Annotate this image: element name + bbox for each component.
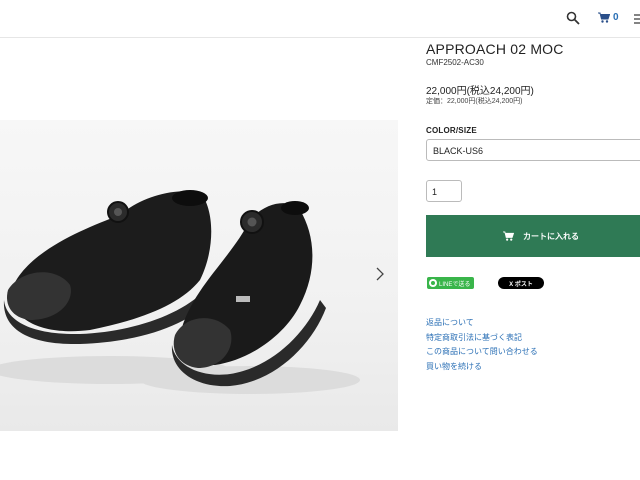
line-icon xyxy=(429,279,437,287)
line-share-label: LINEで送る xyxy=(439,281,471,288)
quantity-input[interactable]: 1 xyxy=(426,180,462,202)
product-list-price: 定価：22,000円(税込24,200円) xyxy=(426,98,523,105)
link-product-inquiry[interactable]: この商品について問い合わせる xyxy=(426,345,538,360)
menu-icon[interactable] xyxy=(634,14,640,24)
link-legal-notice[interactable]: 特定商取引法に基づく表記 xyxy=(426,331,538,346)
cart-icon xyxy=(503,231,514,241)
product-price: 22,000円(税込24,200円) xyxy=(426,86,534,97)
add-to-cart-button[interactable]: カートに入れる xyxy=(426,215,640,257)
link-continue-shopping[interactable]: 買い物を続ける xyxy=(426,360,538,375)
product-image xyxy=(0,120,398,431)
search-icon[interactable] xyxy=(566,11,580,25)
option-label: COLOR/SIZE xyxy=(426,126,477,135)
add-to-cart-label: カートに入れる xyxy=(523,231,579,241)
info-links: 返品について 特定商取引法に基づく表記 この商品について問い合わせる 買い物を続… xyxy=(426,316,538,374)
cart-count: 0 xyxy=(613,12,619,23)
header-cart-button[interactable]: 0 xyxy=(598,12,619,23)
cart-icon xyxy=(598,12,610,23)
chevron-right-icon[interactable] xyxy=(374,266,386,282)
color-size-select[interactable]: BLACK-US6 xyxy=(426,139,640,161)
line-share-button[interactable]: LINEで送る xyxy=(427,277,474,289)
site-header: 0 xyxy=(0,0,640,38)
product-title: APPROACH 02 MOC xyxy=(426,41,564,57)
link-returns[interactable]: 返品について xyxy=(426,316,538,331)
x-share-label: X ポスト xyxy=(509,281,533,288)
x-share-button[interactable]: X ポスト xyxy=(498,277,544,289)
product-sku: CMF2502-AC30 xyxy=(426,58,484,67)
